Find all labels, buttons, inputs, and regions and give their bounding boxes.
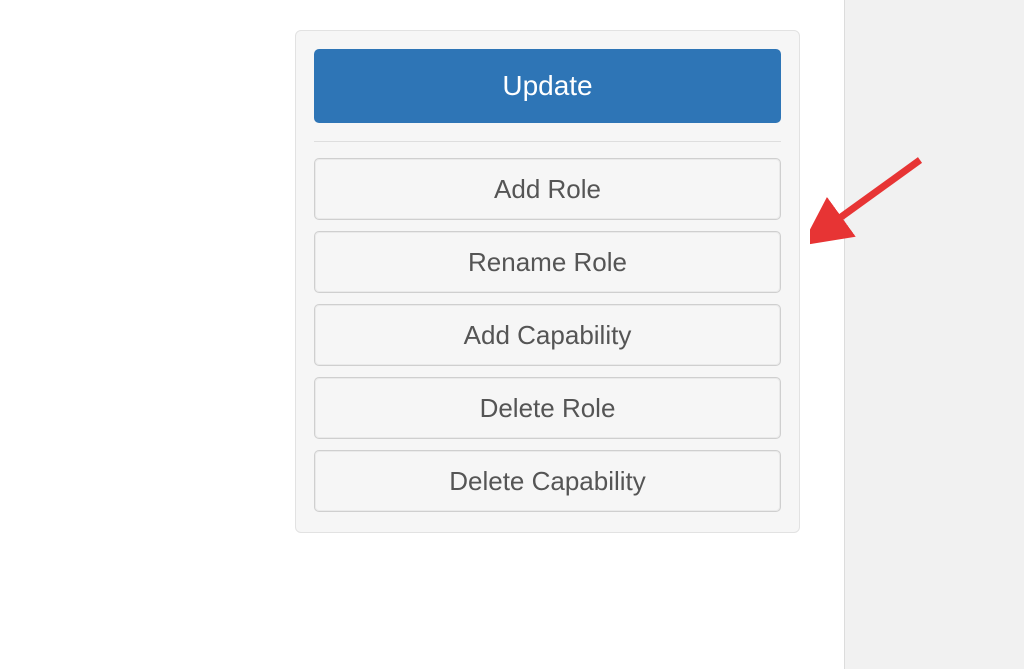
update-button[interactable]: Update xyxy=(314,49,781,123)
divider xyxy=(314,141,781,142)
side-background xyxy=(844,0,1024,669)
role-actions-panel: Update Add Role Rename Role Add Capabili… xyxy=(295,30,800,533)
rename-role-button[interactable]: Rename Role xyxy=(314,231,781,293)
add-capability-button[interactable]: Add Capability xyxy=(314,304,781,366)
delete-capability-button[interactable]: Delete Capability xyxy=(314,450,781,512)
delete-role-button[interactable]: Delete Role xyxy=(314,377,781,439)
add-role-button[interactable]: Add Role xyxy=(314,158,781,220)
